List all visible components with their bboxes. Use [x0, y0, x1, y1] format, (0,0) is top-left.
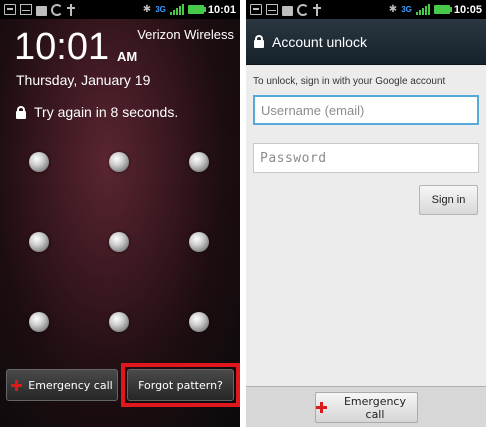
emergency-call-button[interactable]: Emergency call — [315, 392, 418, 423]
pattern-dot[interactable] — [189, 232, 209, 252]
pattern-lock-screen: ✱ 3G 10:01 10:01 AM Verizon Wireless Thu… — [0, 0, 240, 427]
pattern-dot[interactable] — [189, 312, 209, 332]
sign-in-button[interactable]: Sign in — [419, 185, 478, 215]
page-title: Account unlock — [272, 33, 367, 50]
pattern-dot[interactable] — [109, 232, 129, 252]
emergency-call-label: Emergency call — [28, 378, 113, 392]
pattern-dot[interactable] — [189, 152, 209, 172]
emergency-cross-icon — [316, 402, 327, 413]
forgot-pattern-label: Forgot pattern? — [138, 378, 223, 392]
battery-icon — [433, 5, 452, 14]
unlock-pattern-grid[interactable] — [0, 0, 240, 360]
sync-icon — [297, 3, 309, 16]
pattern-dot[interactable] — [109, 312, 129, 332]
pattern-dot[interactable] — [29, 152, 49, 172]
notification-icon — [250, 4, 262, 15]
status-time: 10:05 — [453, 3, 482, 16]
lock-icon — [254, 35, 264, 48]
pattern-dot[interactable] — [29, 312, 49, 332]
username-input[interactable] — [253, 95, 479, 125]
market-icon — [282, 5, 293, 16]
title-bar: Account unlock — [246, 19, 486, 65]
pattern-dot[interactable] — [109, 152, 129, 172]
signal-icon — [415, 4, 430, 15]
usb-icon — [313, 3, 321, 16]
emergency-cross-icon — [11, 379, 23, 391]
pattern-dot[interactable] — [29, 232, 49, 252]
bluetooth-icon: ✱ — [388, 3, 398, 15]
status-bar: ✱ 3G 10:05 — [246, 0, 486, 19]
forgot-pattern-button[interactable]: Forgot pattern? — [127, 369, 234, 401]
mail-icon — [266, 4, 278, 15]
network-type: 3G — [401, 5, 412, 14]
instruction-text: To unlock, sign in with your Google acco… — [253, 76, 446, 87]
password-input[interactable] — [253, 143, 479, 173]
emergency-call-button[interactable]: Emergency call — [6, 369, 118, 401]
emergency-call-label: Emergency call — [343, 394, 406, 421]
account-unlock-screen: ✱ 3G 10:05 Account unlock To unlock, sig… — [246, 0, 486, 427]
